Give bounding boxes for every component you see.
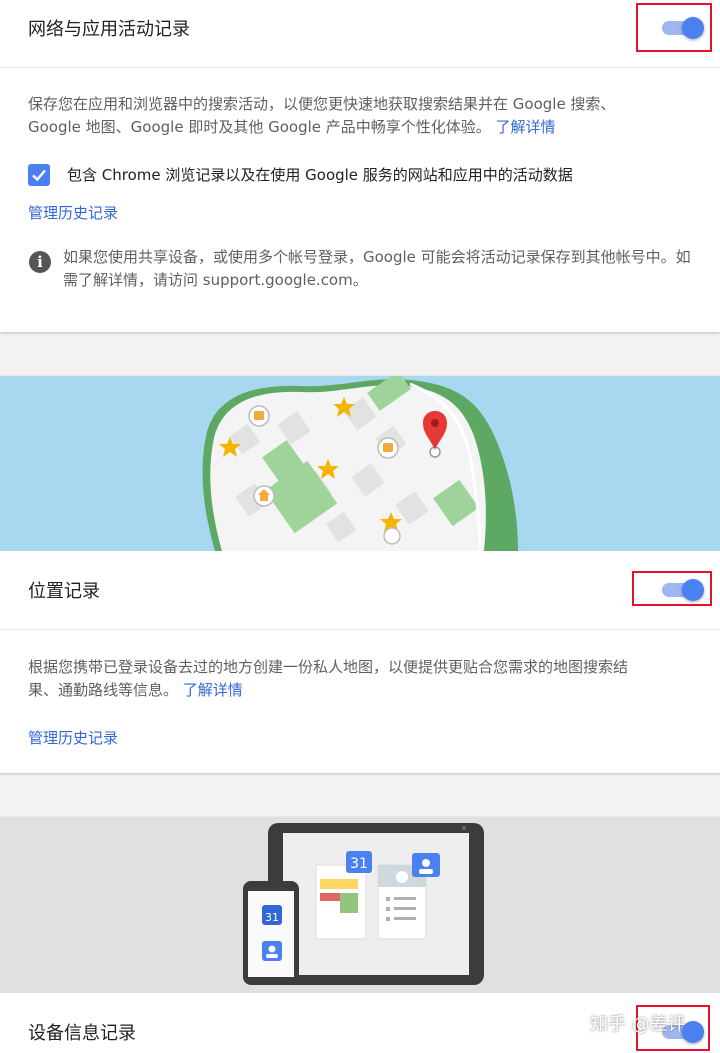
web-activity-title: 网络与应用活动记录	[28, 19, 190, 40]
location-map-illustration	[0, 376, 720, 551]
device-title: 设备信息记录	[28, 1023, 136, 1044]
calendar-day: 31	[350, 856, 368, 872]
location-description: 根据您携带已登录设备去过的地方创建一份私人地图，以便提供更贴合您需求的地图搜索结…	[28, 656, 628, 702]
info-icon: i	[29, 251, 51, 273]
watermark: 知乎 @差评	[590, 1014, 686, 1035]
location-card: 位置记录 根据您携带已登录设备去过的地方创建一份私人地图，以便提供更贴合您需求的…	[0, 376, 720, 773]
checkbox-label: 包含 Chrome 浏览记录以及在使用 Google 服务的网站和应用中的活动数…	[67, 166, 573, 184]
highlight-box	[636, 3, 712, 52]
web-activity-description: 保存您在应用和浏览器中的搜索活动，以便您更快速地获取搜索结果并在 Google …	[28, 93, 658, 139]
highlight-box	[632, 571, 712, 606]
device-illustration: 31 31	[0, 817, 720, 993]
divider	[0, 67, 720, 68]
calendar-day: 31	[265, 911, 279, 924]
manage-history-link[interactable]: 管理历史记录	[28, 202, 118, 223]
web-activity-card: 网络与应用活动记录 保存您在应用和浏览器中的搜索活动，以便您更快速地获取搜索结果…	[0, 0, 720, 332]
checkmark-icon	[32, 169, 46, 182]
info-text: 如果您使用共享设备，或使用多个帐号登录，Google 可能会将活动记录保存到其他…	[63, 248, 691, 289]
description-text: 根据您携带已登录设备去过的地方创建一份私人地图，以便提供更贴合您需求的地图搜索结…	[28, 658, 629, 699]
chrome-history-checkbox[interactable]	[28, 164, 50, 186]
divider	[0, 629, 720, 630]
learn-more-link[interactable]: 了解详情	[496, 118, 556, 136]
manage-history-link[interactable]: 管理历史记录	[28, 727, 118, 748]
location-title: 位置记录	[28, 581, 100, 602]
learn-more-link[interactable]: 了解详情	[183, 681, 243, 699]
